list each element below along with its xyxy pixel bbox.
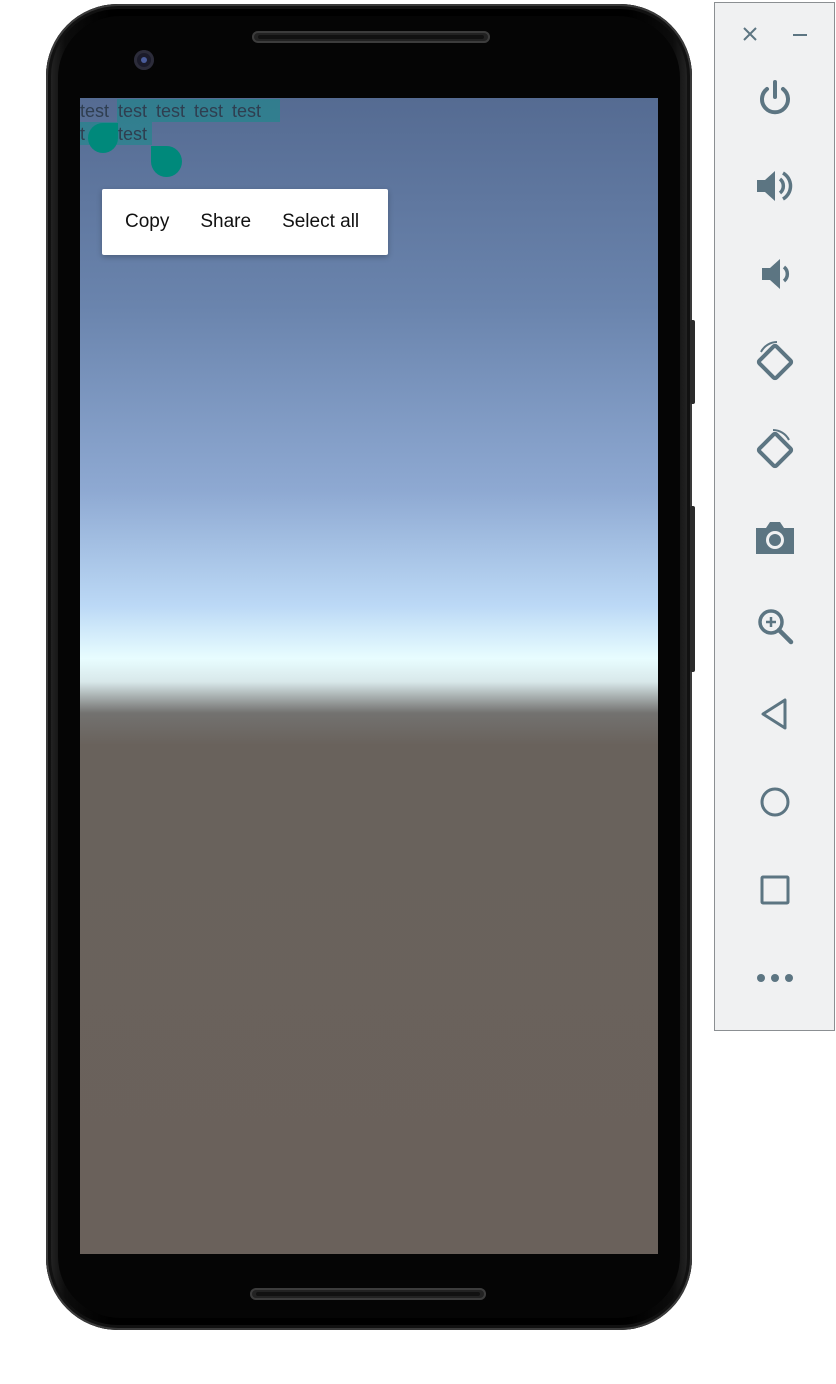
share-menu-item[interactable]: Share	[200, 211, 251, 233]
volume-up-icon[interactable]	[715, 156, 834, 216]
text-word: test	[118, 124, 148, 144]
rotate-right-icon[interactable]	[715, 420, 834, 480]
text-word: test	[156, 101, 186, 121]
home-icon[interactable]	[715, 772, 834, 832]
close-icon[interactable]	[735, 19, 765, 49]
bottom-speaker	[250, 1288, 486, 1300]
power-icon[interactable]	[715, 68, 834, 128]
rotate-left-icon[interactable]	[715, 332, 834, 392]
text-word: test	[80, 101, 110, 121]
device-screen[interactable]: test test test test test t test Copy Sha…	[80, 98, 658, 1254]
camera-icon[interactable]	[715, 508, 834, 568]
more-icon[interactable]	[715, 948, 834, 1008]
text-selection-menu: Copy Share Select all	[102, 189, 388, 255]
select-all-menu-item[interactable]: Select all	[282, 211, 359, 233]
volume-side-button	[690, 506, 695, 672]
front-camera-icon	[134, 50, 154, 70]
zoom-icon[interactable]	[715, 596, 834, 656]
text-word: test	[232, 101, 262, 121]
text-word: test	[118, 101, 148, 121]
emulator-toolbar	[714, 2, 835, 1031]
overview-icon[interactable]	[715, 860, 834, 920]
copy-menu-item[interactable]: Copy	[125, 211, 169, 233]
volume-down-icon[interactable]	[715, 244, 834, 304]
text-word: t	[80, 124, 86, 144]
text-word: test	[194, 101, 224, 121]
minimize-icon[interactable]	[785, 19, 815, 49]
selection-end-handle[interactable]	[151, 146, 182, 177]
selection-start-handle[interactable]	[88, 123, 118, 153]
power-side-button	[690, 320, 695, 404]
back-icon[interactable]	[715, 684, 834, 744]
top-speaker	[252, 31, 490, 43]
